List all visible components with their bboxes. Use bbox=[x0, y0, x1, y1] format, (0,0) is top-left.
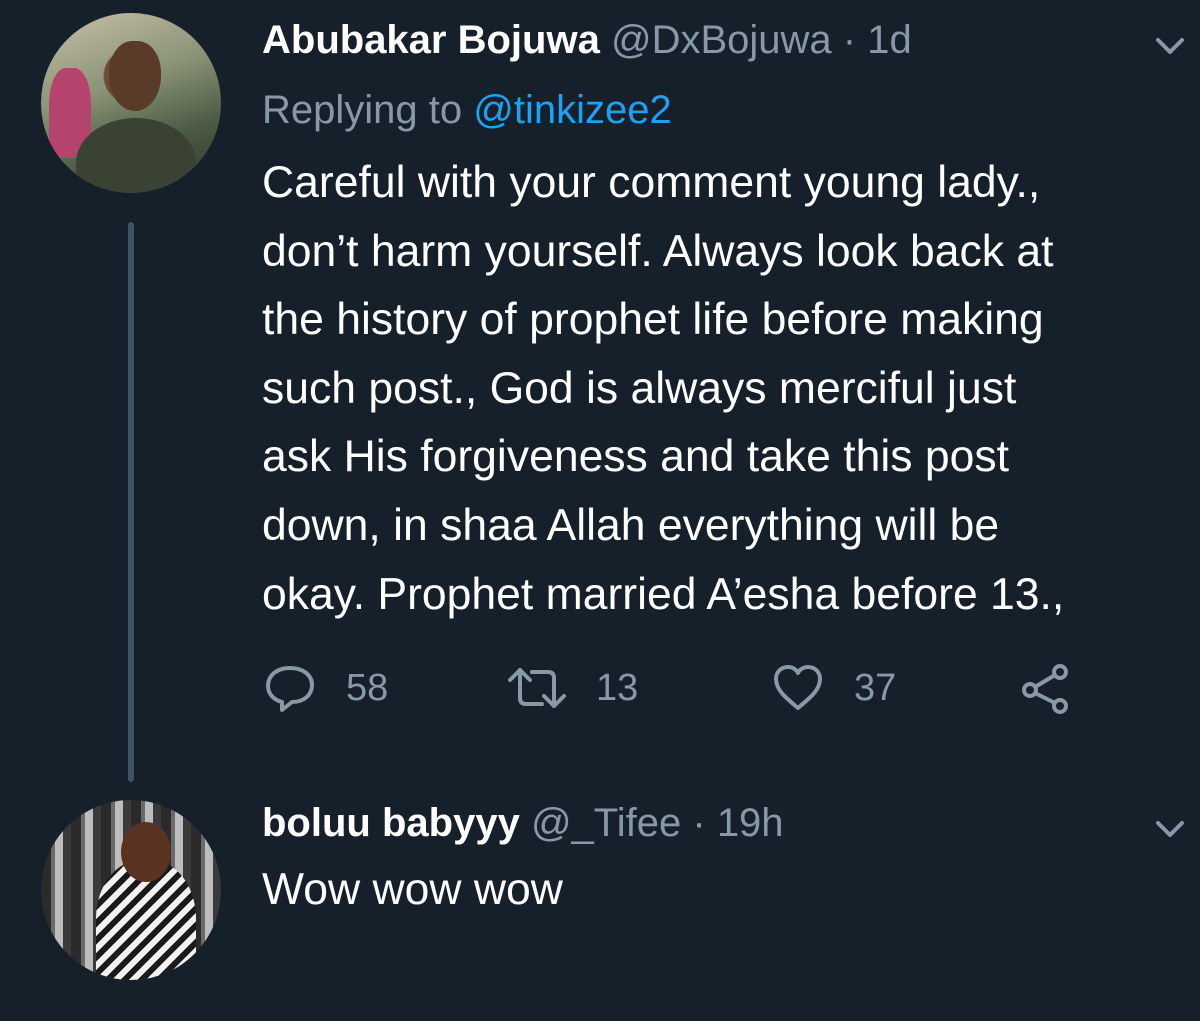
timestamp[interactable]: 1d bbox=[867, 18, 912, 62]
timeline: Abubakar Bojuwa @DxBojuwa · 1d Replying … bbox=[0, 0, 1200, 1021]
separator: · bbox=[692, 801, 706, 845]
reply-button[interactable]: 58 bbox=[262, 660, 388, 716]
share-button[interactable] bbox=[1018, 660, 1074, 716]
avatar[interactable] bbox=[41, 800, 221, 980]
share-icon bbox=[1022, 664, 1068, 714]
tweet-text: Wow wow wow bbox=[262, 865, 563, 914]
author-name[interactable]: boluu babyyy bbox=[262, 801, 520, 845]
timestamp[interactable]: 19h bbox=[717, 801, 784, 845]
author-handle[interactable]: @_Tifee bbox=[531, 801, 681, 845]
replying-to: Replying to @tinkizee2 bbox=[262, 86, 672, 134]
author-handle[interactable]: @DxBojuwa bbox=[611, 18, 832, 62]
retweet-icon bbox=[508, 668, 566, 708]
avatar-face bbox=[109, 41, 161, 111]
chevron-down-icon[interactable] bbox=[1152, 811, 1188, 847]
separator: · bbox=[842, 18, 857, 62]
mention-link[interactable]: @tinkizee2 bbox=[473, 88, 671, 132]
like-button[interactable]: 37 bbox=[770, 660, 896, 716]
retweet-count: 13 bbox=[596, 666, 639, 709]
retweet-button[interactable]: 13 bbox=[506, 660, 638, 716]
author-name[interactable]: Abubakar Bojuwa bbox=[262, 18, 600, 62]
reply-icon bbox=[266, 666, 314, 712]
tweet-header: Abubakar Bojuwa @DxBojuwa · 1d bbox=[262, 16, 912, 64]
chevron-down-icon[interactable] bbox=[1152, 28, 1188, 64]
thread-line bbox=[128, 222, 134, 782]
like-count: 37 bbox=[854, 666, 897, 709]
avatar-head bbox=[121, 822, 171, 882]
avatar-shirt bbox=[76, 118, 196, 193]
replying-prefix: Replying to bbox=[262, 88, 463, 132]
reply-count: 58 bbox=[346, 666, 389, 709]
avatar[interactable] bbox=[41, 13, 221, 193]
tweet-header: boluu babyyy @_Tifee · 19h bbox=[262, 799, 784, 847]
tweet-text: Careful with your comment young lady., d… bbox=[262, 158, 1065, 619]
heart-icon bbox=[774, 665, 822, 710]
